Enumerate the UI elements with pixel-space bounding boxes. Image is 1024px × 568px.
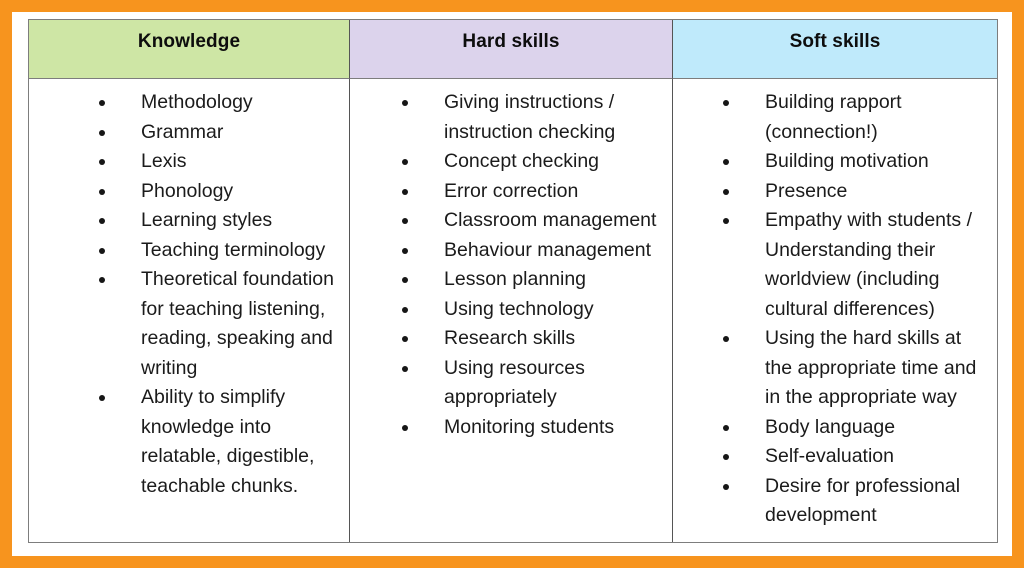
list-item: Building rapport (connection!) xyxy=(723,88,989,147)
list-item: Methodology xyxy=(99,88,341,118)
list-item: Research skills xyxy=(402,324,664,354)
list-item: Lesson planning xyxy=(402,265,664,295)
soft-skills-bullet-list: Building rapport (connection!) Building m… xyxy=(723,88,989,531)
list-item: Behaviour management xyxy=(402,236,664,266)
column-header-knowledge-label: Knowledge xyxy=(137,31,241,52)
column-body-hard-skills: Giving instructions / instruction checki… xyxy=(349,79,673,542)
column-header-hard-skills: Hard skills xyxy=(349,20,673,79)
list-item: Building motivation xyxy=(723,147,989,177)
list-item: Phonology xyxy=(99,177,341,207)
list-item: Giving instructions / instruction checki… xyxy=(402,88,664,147)
list-item: Self-evaluation xyxy=(723,442,989,472)
list-item: Classroom management xyxy=(402,206,664,236)
list-item: Learning styles xyxy=(99,206,341,236)
list-item: Lexis xyxy=(99,147,341,177)
list-item: Ability to simplify knowledge into relat… xyxy=(99,383,341,501)
column-header-soft-skills: Soft skills xyxy=(673,20,997,79)
knowledge-bullet-list: Methodology Grammar Lexis Phonology Learning… xyxy=(99,88,341,501)
list-item: Monitoring students xyxy=(402,413,664,443)
column-header-hard-skills-label: Hard skills xyxy=(462,31,560,52)
hard-skills-bullet-list: Giving instructions / instruction checki… xyxy=(402,88,664,442)
page-white-area: Knowledge Hard skills Soft skills Method… xyxy=(12,12,1012,556)
list-item: Using the hard skills at the appropriate… xyxy=(723,324,989,413)
list-item: Empathy with students / Understanding th… xyxy=(723,206,989,324)
list-item: Body language xyxy=(723,413,989,443)
column-body-knowledge: Methodology Grammar Lexis Phonology Learning… xyxy=(29,79,349,542)
list-item: Desire for professional development xyxy=(723,472,989,531)
table-header-row: Knowledge Hard skills Soft skills xyxy=(29,20,997,79)
list-item: Teaching terminology xyxy=(99,236,341,266)
list-item: Using technology xyxy=(402,295,664,325)
list-item: Theoretical foundation for teaching list… xyxy=(99,265,341,383)
page-background: { "frame": { "outer_border_color": "#f79… xyxy=(0,0,1024,568)
list-item: Concept checking xyxy=(402,147,664,177)
skills-table: Knowledge Hard skills Soft skills Method… xyxy=(28,19,998,543)
list-item: Presence xyxy=(723,177,989,207)
column-header-knowledge: Knowledge xyxy=(29,20,349,79)
column-body-soft-skills: Building rapport (connection!) Building m… xyxy=(673,79,997,542)
list-item: Using resources appropriately xyxy=(402,354,664,413)
column-header-soft-skills-label: Soft skills xyxy=(789,31,881,52)
table-body-row: Methodology Grammar Lexis Phonology Learning… xyxy=(29,79,997,542)
list-item: Error correction xyxy=(402,177,664,207)
list-item: Grammar xyxy=(99,118,341,148)
